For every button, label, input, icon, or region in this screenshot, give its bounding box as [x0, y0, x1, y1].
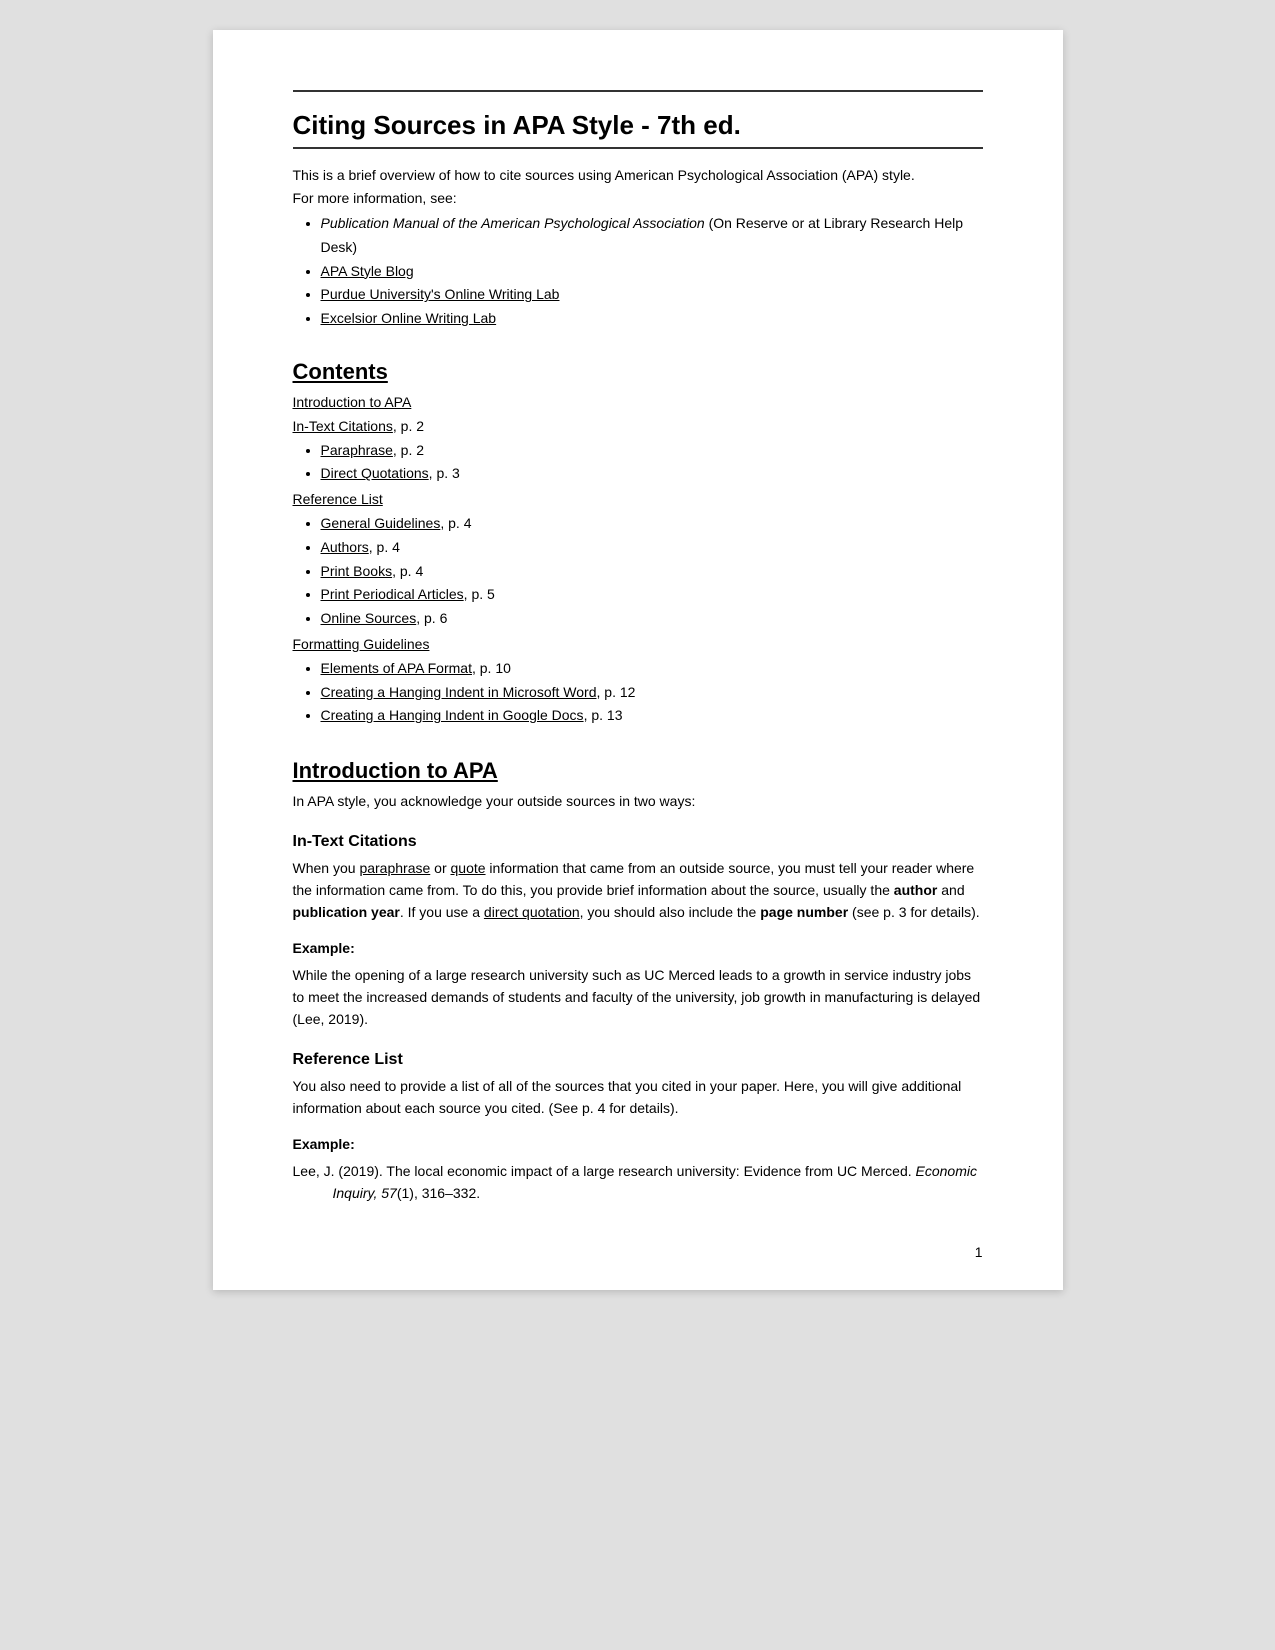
reference-entry: Lee, J. (2019). The local economic impac… [293, 1160, 983, 1205]
reference-example-label: Example: [293, 1136, 983, 1152]
paraphrase-link[interactable]: paraphrase [359, 860, 430, 876]
list-item: Print Books, p. 4 [321, 560, 983, 584]
toc-authors-link[interactable]: Authors [321, 539, 369, 555]
list-item: Excelsior Online Writing Lab [321, 307, 983, 331]
list-item: Print Periodical Articles, p. 5 [321, 583, 983, 607]
list-item: Online Sources, p. 6 [321, 607, 983, 631]
toc-elements-apa-link[interactable]: Elements of APA Format [321, 660, 472, 676]
list-item: Direct Quotations, p. 3 [321, 462, 983, 486]
intro-to-apa-title: Introduction to APA [293, 758, 983, 784]
toc-direct-quotations-link[interactable]: Direct Quotations [321, 465, 429, 481]
list-item: Purdue University's Online Writing Lab [321, 283, 983, 307]
reference-entry-author: Lee, J. (2019). The local economic impac… [293, 1163, 916, 1179]
excelsior-owl-link[interactable]: Excelsior Online Writing Lab [321, 310, 497, 326]
toc-formatting: Formatting Guidelines [293, 633, 983, 657]
direct-quotation-link[interactable]: direct quotation [484, 904, 580, 920]
pub-manual-italic: Publication Manual of the American Psych… [321, 215, 705, 231]
toc-intext: In-Text Citations, p. 2 [293, 415, 983, 439]
toc-hanging-indent-gdocs-link[interactable]: Creating a Hanging Indent in Google Docs [321, 707, 584, 723]
page-number: 1 [975, 1244, 983, 1260]
document-page: Citing Sources in APA Style - 7th ed. Th… [213, 30, 1063, 1290]
reference-list-title: Reference List [293, 1051, 983, 1069]
quote-link[interactable]: quote [451, 860, 486, 876]
list-item: Creating a Hanging Indent in Google Docs… [321, 704, 983, 728]
contents-title: Contents [293, 359, 983, 385]
list-item: Publication Manual of the American Psych… [321, 212, 983, 260]
toc-online-sources-link[interactable]: Online Sources [321, 610, 417, 626]
toc-formatting-link[interactable]: Formatting Guidelines [293, 636, 430, 652]
toc-intext-sublist: Paraphrase, p. 2 Direct Quotations, p. 3 [293, 439, 983, 487]
in-text-citations-title: In-Text Citations [293, 833, 983, 851]
list-item: Paraphrase, p. 2 [321, 439, 983, 463]
author-bold: author [894, 882, 938, 898]
list-item: Elements of APA Format, p. 10 [321, 657, 983, 681]
toc-hanging-indent-word-link[interactable]: Creating a Hanging Indent in Microsoft W… [321, 684, 601, 700]
toc-reference-link[interactable]: Reference List [293, 491, 383, 507]
list-item: APA Style Blog [321, 260, 983, 284]
intro-line2: For more information, see: [293, 190, 983, 206]
toc-print-periodical-link[interactable]: Print Periodical Articles [321, 586, 464, 602]
intro-list: Publication Manual of the American Psych… [293, 212, 983, 331]
toc-print-books-link[interactable]: Print Books [321, 563, 393, 579]
reference-journal-rest: (1), 316–332. [397, 1185, 480, 1201]
toc-paraphrase-link[interactable]: Paraphrase [321, 442, 393, 458]
toc-reference-sublist: General Guidelines, p. 4 Authors, p. 4 P… [293, 512, 983, 631]
list-item: General Guidelines, p. 4 [321, 512, 983, 536]
main-title: Citing Sources in APA Style - 7th ed. [293, 110, 983, 141]
publication-year-bold: publication year [293, 904, 400, 920]
purdue-owl-link[interactable]: Purdue University's Online Writing Lab [321, 286, 560, 302]
top-border [293, 90, 983, 92]
toc-intro-link[interactable]: Introduction to APA [293, 394, 412, 410]
toc-reference-list: Reference List [293, 488, 983, 512]
toc-formatting-sublist: Elements of APA Format, p. 10 Creating a… [293, 657, 983, 728]
intro-to-apa-body: In APA style, you acknowledge your outsi… [293, 790, 983, 812]
in-text-citations-body: When you paraphrase or quote information… [293, 857, 983, 924]
toc-intext-link[interactable]: In-Text Citations [293, 418, 393, 434]
reference-list-body: You also need to provide a list of all o… [293, 1075, 983, 1120]
list-item: Creating a Hanging Indent in Microsoft W… [321, 681, 983, 705]
intro-line1: This is a brief overview of how to cite … [293, 165, 983, 186]
toc-intro-to-apa: Introduction to APA [293, 391, 983, 415]
in-text-example-label: Example: [293, 940, 983, 956]
title-divider [293, 147, 983, 149]
list-item: Authors, p. 4 [321, 536, 983, 560]
apa-style-blog-link[interactable]: APA Style Blog [321, 263, 414, 279]
toc-general-guidelines-link[interactable]: General Guidelines [321, 515, 441, 531]
in-text-example-text: While the opening of a large research un… [293, 964, 983, 1031]
page-number-bold: page number [760, 904, 848, 920]
